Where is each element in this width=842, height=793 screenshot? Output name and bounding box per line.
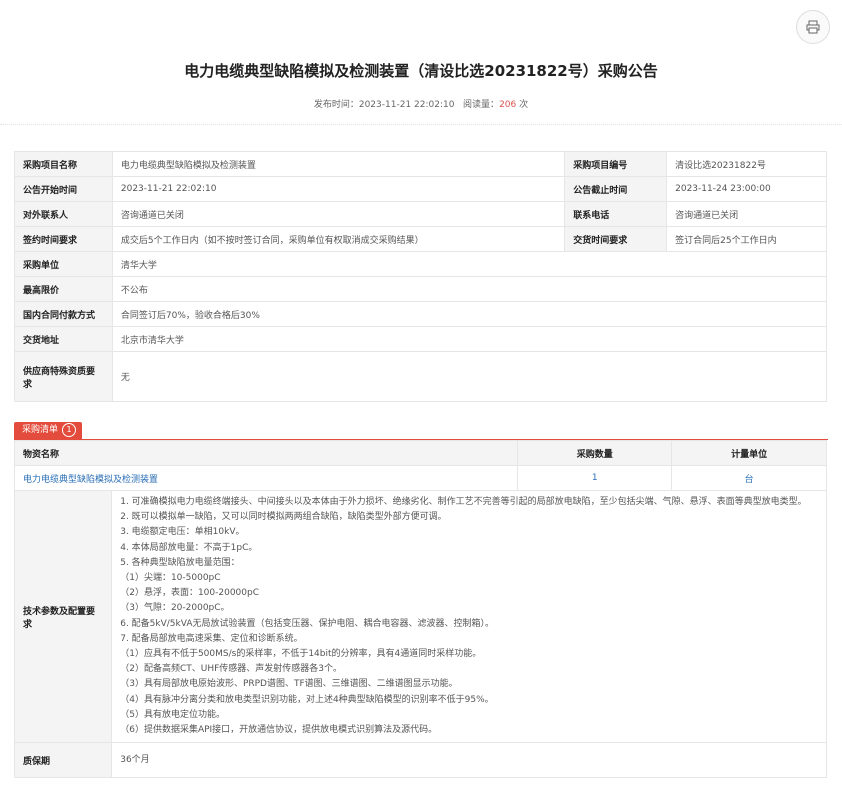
header-divider — [0, 124, 842, 125]
spec-line: 7. 配备局部放电高速采集、定位和诊断系统。 — [120, 633, 303, 644]
publish-time: 2023-11-21 22:02:10 — [358, 100, 455, 110]
contact-value: 咨询通道已关闭 — [111, 201, 566, 227]
item-name-link[interactable]: 电力电缆典型缺陷模拟及检测装置 — [13, 465, 519, 491]
unit-value: 清华大学 — [111, 251, 828, 277]
max-price-label: 最高限价 — [14, 276, 113, 302]
spec-line: 2. 既可以模拟单一缺陷，又可以同时模拟两两组合缺陷，缺陷类型外部方便可调。 — [120, 512, 447, 523]
spec-line: 3. 电缆额定电压：单相10kV。 — [120, 527, 245, 538]
qualification-label: 供应商特殊资质要求 — [14, 351, 113, 402]
project-no-value: 清设比选20231822号 — [666, 151, 827, 177]
printer-icon — [806, 20, 820, 34]
phone-label: 联系电话 — [564, 201, 668, 227]
views-count: 206 — [499, 100, 517, 110]
publish-meta: 发布时间：2023-11-21 22:02:10 阅读量：206 次 — [0, 97, 842, 110]
spec-line: （3）气隙：20-2000pC。 — [120, 603, 230, 614]
spec-line: （2）悬浮，表面：100-20000pC — [120, 588, 259, 599]
delivery-value: 签订合同后25个工作日内 — [666, 226, 827, 252]
spec-line: （1）应具有不低于500MS/s的采样率，不低于14bit的分辨率，具有4通道同… — [120, 649, 482, 660]
purchase-list-tab[interactable]: 采购清单 1 — [14, 422, 83, 439]
spec-line: （3）具有局部放电原始波形、PRPD谱图、TF谱图、三维谱图、二维谱图显示功能。 — [120, 679, 458, 690]
unit-label: 采购单位 — [14, 251, 113, 277]
project-no-label: 采购项目编号 — [564, 151, 668, 177]
purchase-list-count-badge: 1 — [62, 423, 77, 437]
specs-label: 技术参数及配置要求 — [13, 489, 113, 744]
views-label: 阅读量： — [463, 100, 500, 110]
project-name-label: 采购项目名称 — [14, 151, 113, 177]
warranty-label: 质保期 — [13, 742, 113, 779]
specs-content: 1. 可准确模拟电力电缆终端接头、中间接头以及本体由于外力损坏、绝缘劣化、制作工… — [111, 489, 827, 744]
address-label: 交货地址 — [14, 326, 113, 352]
address-value: 北京市清华大学 — [111, 326, 828, 352]
specs-table: 技术参数及配置要求 1. 可准确模拟电力电缆终端接头、中间接头以及本体由于外力损… — [13, 489, 827, 779]
start-time-value: 2023-11-21 22:02:10 — [111, 176, 566, 202]
publish-label: 发布时间： — [313, 100, 359, 110]
phone-value: 咨询通道已关闭 — [666, 201, 827, 227]
item-unit: 台 — [671, 465, 827, 491]
item-qty: 1 — [517, 465, 673, 491]
spec-line: （1）尖端：10-5000pC — [120, 573, 221, 584]
qualification-value: 无 — [111, 351, 828, 402]
end-time-value: 2023-11-24 23:00:00 — [666, 176, 827, 202]
max-price-value: 不公布 — [111, 276, 828, 302]
sign-time-label: 签约时间要求 — [14, 226, 113, 252]
table-row: 电力电缆典型缺陷模拟及检测装置 1 台 — [13, 465, 827, 491]
spec-line: （4）具有脉冲分离分类和放电类型识别功能，对上述4种典型缺陷模型的识别率不低于9… — [120, 694, 494, 705]
spec-line: （6）提供数据采集API接口，开放通信协议，提供放电模式识别算法及源代码。 — [120, 725, 438, 736]
end-time-label: 公告截止时间 — [564, 176, 668, 202]
spec-line: 5. 各种典型缺陷放电量范围： — [120, 557, 240, 568]
spec-line: （5）具有放电定位功能。 — [120, 709, 225, 720]
payment-value: 合同签订后70%，验收合格后30% — [111, 301, 828, 327]
start-time-label: 公告开始时间 — [14, 176, 113, 202]
spec-line: （2）配备高频CT、UHF传感器、声发射传感器各3个。 — [120, 664, 342, 675]
purchase-list-tab-label: 采购清单 — [22, 425, 59, 435]
col-qty-header: 采购数量 — [517, 440, 673, 466]
warranty-value: 36个月 — [111, 742, 827, 779]
page-title: 电力电缆典型缺陷模拟及检测装置（清设比选20231822号）采购公告 — [184, 62, 658, 80]
purchase-list-table: 物资名称 采购数量 计量单位 电力电缆典型缺陷模拟及检测装置 1 台 — [13, 440, 827, 491]
payment-label: 国内合同付款方式 — [14, 301, 113, 327]
project-name-value: 电力电缆典型缺陷模拟及检测装置 — [111, 151, 566, 177]
announcement-info-table: 采购项目名称 电力电缆典型缺陷模拟及检测装置 采购项目编号 清设比选202318… — [14, 151, 828, 402]
spec-line: 1. 可准确模拟电力电缆终端接头、中间接头以及本体由于外力损坏、绝缘劣化、制作工… — [120, 497, 807, 507]
col-unit-header: 计量单位 — [671, 440, 827, 466]
delivery-label: 交货时间要求 — [564, 226, 668, 252]
col-name-header: 物资名称 — [13, 440, 519, 466]
views-unit: 次 — [519, 100, 529, 110]
spec-line: 4. 本体局部放电量：不高于1pC。 — [120, 542, 258, 553]
sign-time-value: 成交后5个工作日内（如不按时签订合同，采购单位有权取消成交采购结果） — [111, 226, 566, 252]
print-button[interactable] — [796, 10, 830, 44]
spec-line: 6. 配备5kV/5kVA无局放试验装置（包括变压器、保护电阻、耦合电容器、滤波… — [120, 618, 494, 629]
contact-label: 对外联系人 — [14, 201, 113, 227]
